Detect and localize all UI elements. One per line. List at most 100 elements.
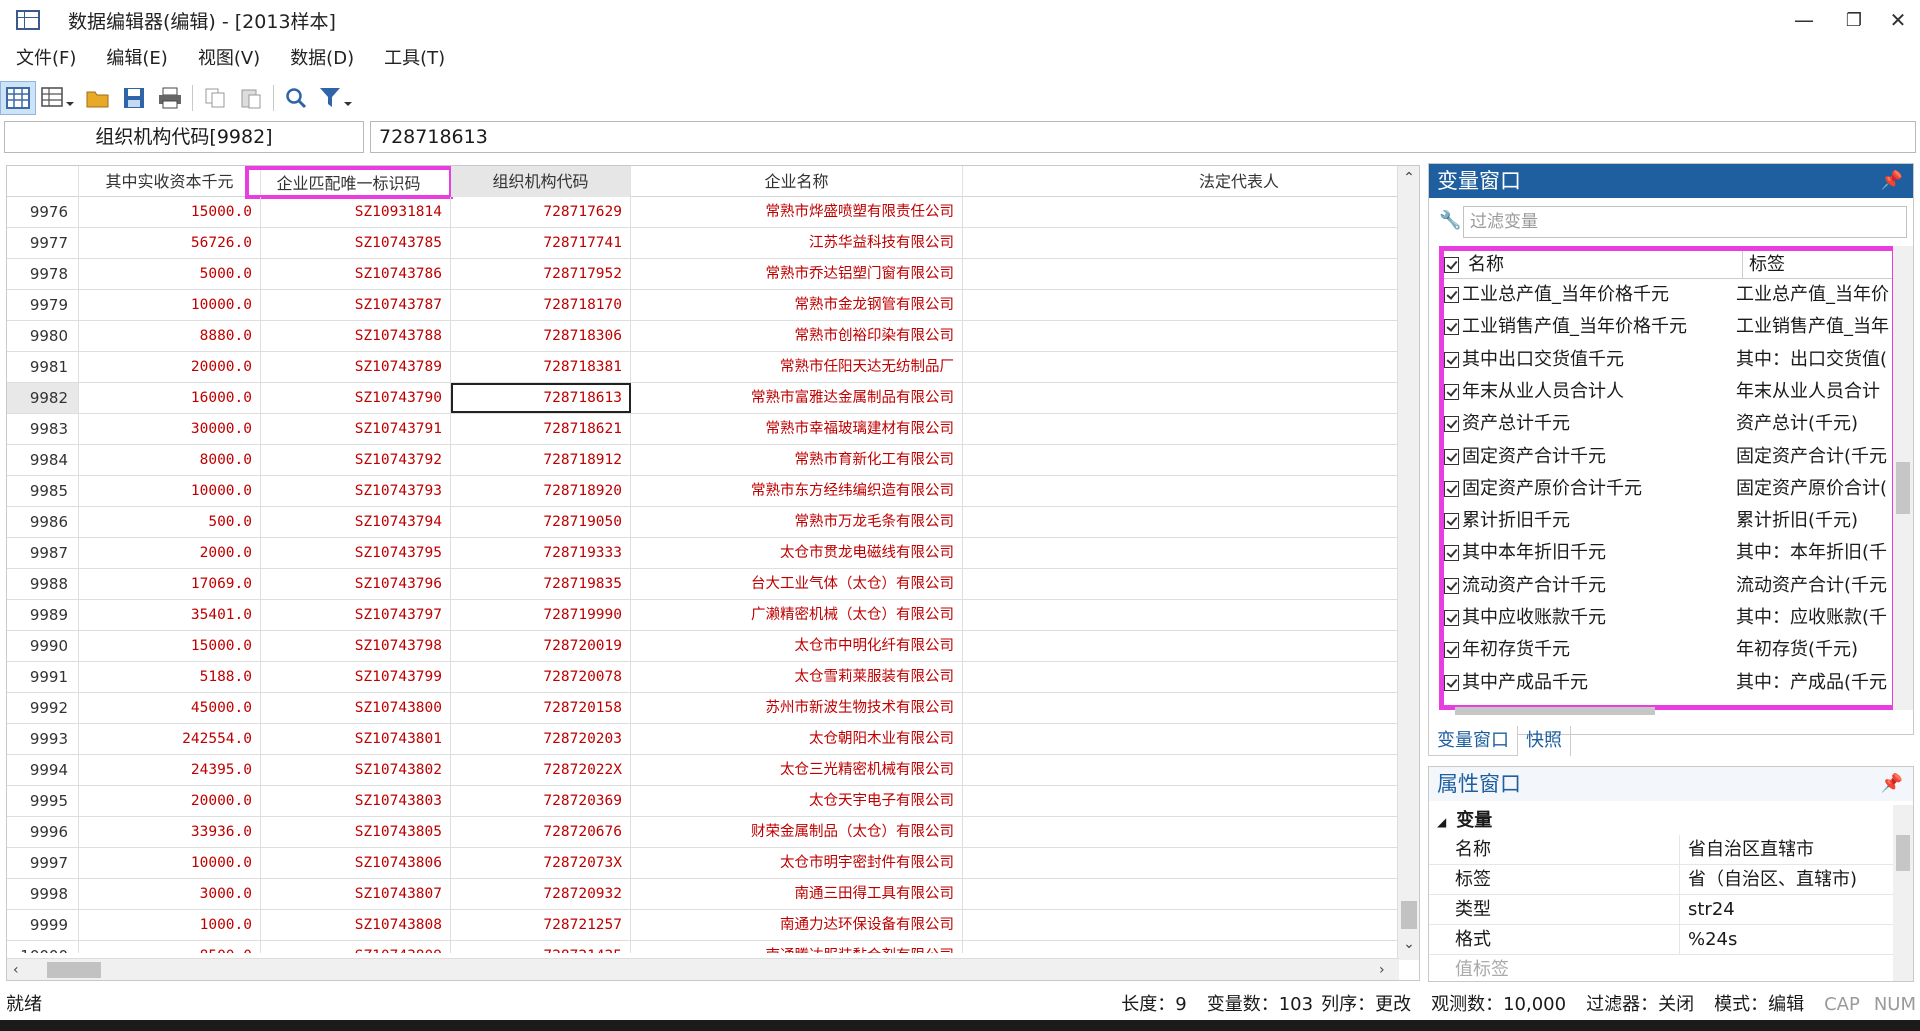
- row-number[interactable]: 9999: [7, 910, 79, 940]
- column-header-firm-name[interactable]: 企业名称: [631, 166, 963, 197]
- tab-variables[interactable]: 变量窗口: [1428, 726, 1518, 756]
- table-row[interactable]: 9988 17069.0 SZ10743796 728719835 台大工业气体（太仓）…: [7, 569, 1399, 600]
- cell-capital[interactable]: 15000.0: [79, 197, 261, 227]
- filter-button[interactable]: [314, 81, 358, 115]
- row-number[interactable]: 9998: [7, 879, 79, 909]
- cell-firm-id[interactable]: SZ10743809: [261, 941, 451, 953]
- grid-vertical-scroll-thumb[interactable]: [1401, 901, 1417, 929]
- property-row[interactable]: 标签 省（自治区、直辖市): [1429, 865, 1895, 895]
- cell-legal-rep[interactable]: [963, 414, 1399, 444]
- cell-capital[interactable]: 242554.0: [79, 724, 261, 754]
- variable-visible-checkbox[interactable]: [1444, 674, 1459, 691]
- pin-icon[interactable]: 📌: [1881, 170, 1903, 191]
- table-row[interactable]: 9981 20000.0 SZ10743789 728718381 常熟市任阳天达无纺制…: [7, 352, 1399, 383]
- cell-legal-rep[interactable]: [963, 693, 1399, 723]
- menu-tools[interactable]: 工具(T): [368, 44, 459, 74]
- variable-name-header[interactable]: 名称: [1468, 251, 1738, 279]
- cell-legal-rep[interactable]: [963, 755, 1399, 785]
- property-value[interactable]: 省（自治区、直辖市): [1679, 865, 1889, 895]
- cell-legal-rep[interactable]: [963, 538, 1399, 568]
- cell-firm-name[interactable]: 南通三田得工具有限公司: [631, 879, 963, 909]
- variable-visible-checkbox[interactable]: [1444, 383, 1459, 400]
- tab-snapshots[interactable]: 快照: [1518, 726, 1571, 756]
- variable-list-item[interactable]: 累计折旧千元 累计折旧(千元): [1444, 505, 1892, 537]
- variable-list-vertical-scrollbar[interactable]: [1893, 246, 1913, 710]
- cell-firm-name[interactable]: 江苏华益科技有限公司: [631, 228, 963, 258]
- cell-org-code[interactable]: 728720019: [451, 631, 631, 661]
- variable-list-item[interactable]: 固定资产合计千元 固定资产合计(千元: [1444, 441, 1892, 473]
- row-number[interactable]: 9989: [7, 600, 79, 630]
- cell-firm-id[interactable]: SZ10743807: [261, 879, 451, 909]
- cell-org-code[interactable]: 728720676: [451, 817, 631, 847]
- cell-legal-rep[interactable]: [963, 786, 1399, 816]
- cell-firm-name[interactable]: 常熟市烨盛喷塑有限责任公司: [631, 197, 963, 227]
- property-value[interactable]: %24s: [1679, 925, 1889, 955]
- cell-org-code[interactable]: 728718912: [451, 445, 631, 475]
- menu-file[interactable]: 文件(F): [0, 44, 90, 74]
- cell-org-code[interactable]: 728718920: [451, 476, 631, 506]
- cell-legal-rep[interactable]: [963, 662, 1399, 692]
- cell-firm-id[interactable]: SZ10743802: [261, 755, 451, 785]
- cell-capital[interactable]: 24395.0: [79, 755, 261, 785]
- variable-label-header[interactable]: 标签: [1742, 251, 1892, 279]
- table-row[interactable]: 9993 242554.0 SZ10743801 728720203 太仓朝阳木业有限公…: [7, 724, 1399, 755]
- cell-capital[interactable]: 500.0: [79, 507, 261, 537]
- cell-org-code[interactable]: 728718381: [451, 352, 631, 382]
- cell-legal-rep[interactable]: [963, 941, 1399, 953]
- cell-legal-rep[interactable]: [963, 476, 1399, 506]
- data-grid[interactable]: 其中实收资本千元 企业匹配唯一标识码 组织机构代码 企业名称 法定代表人 997…: [6, 165, 1420, 981]
- cell-legal-rep[interactable]: [963, 910, 1399, 940]
- property-row[interactable]: 类型 str24: [1429, 895, 1895, 925]
- table-row[interactable]: 9997 10000.0 SZ10743806 72872073X 太仓市明宇密封件有限…: [7, 848, 1399, 879]
- cell-firm-name[interactable]: 太仓市中明化纤有限公司: [631, 631, 963, 661]
- variable-visible-checkbox[interactable]: [1444, 351, 1459, 368]
- cell-capital[interactable]: 5188.0: [79, 662, 261, 692]
- cell-legal-rep[interactable]: [963, 290, 1399, 320]
- row-number[interactable]: 9991: [7, 662, 79, 692]
- cell-org-code[interactable]: 728718306: [451, 321, 631, 351]
- property-row[interactable]: 值标签: [1429, 955, 1895, 981]
- cell-legal-rep[interactable]: [963, 352, 1399, 382]
- table-row[interactable]: 9984 8000.0 SZ10743792 728718912 常熟市育新化工有限公司: [7, 445, 1399, 476]
- variable-visible-checkbox[interactable]: [1444, 448, 1459, 465]
- variable-visible-checkbox[interactable]: [1444, 287, 1459, 303]
- cell-org-code[interactable]: 728720078: [451, 662, 631, 692]
- cell-org-code[interactable]: 728719835: [451, 569, 631, 599]
- variable-list-item[interactable]: 工业销售产值_当年价格千元 工业销售产值_当年: [1444, 311, 1892, 343]
- cell-org-code[interactable]: 72872073X: [451, 848, 631, 878]
- cell-legal-rep[interactable]: [963, 600, 1399, 630]
- cell-org-code[interactable]: 728719050: [451, 507, 631, 537]
- table-row[interactable]: 9979 10000.0 SZ10743787 728718170 常熟市金龙钢管有限公…: [7, 290, 1399, 321]
- cell-capital[interactable]: 3000.0: [79, 879, 261, 909]
- filter-variables-input[interactable]: 过滤变量: [1463, 206, 1907, 238]
- cell-firm-name[interactable]: 太仓朝阳木业有限公司: [631, 724, 963, 754]
- scroll-right-arrow-icon[interactable]: ›: [1379, 959, 1385, 980]
- cell-org-code[interactable]: 728720369: [451, 786, 631, 816]
- cell-org-code[interactable]: 728720203: [451, 724, 631, 754]
- cell-org-code[interactable]: 728720932: [451, 879, 631, 909]
- table-row[interactable]: 9996 33936.0 SZ10743805 728720676 财荣金属制品（太仓）…: [7, 817, 1399, 848]
- cell-firm-name[interactable]: 太仓市明宇密封件有限公司: [631, 848, 963, 878]
- cell-firm-id[interactable]: SZ10743792: [261, 445, 451, 475]
- collapse-triangle-icon[interactable]: ◢: [1437, 815, 1446, 829]
- variable-list-scroll-thumb[interactable]: [1896, 462, 1910, 514]
- cell-capital[interactable]: 45000.0: [79, 693, 261, 723]
- row-number[interactable]: 9984: [7, 445, 79, 475]
- variable-visible-checkbox[interactable]: [1444, 416, 1459, 433]
- variable-list-item[interactable]: 其中应收账款千元 其中：应收账款(千: [1444, 602, 1892, 634]
- scroll-left-arrow-icon[interactable]: ‹: [13, 959, 19, 980]
- scroll-down-arrow-icon[interactable]: ⌄: [1398, 936, 1419, 952]
- cell-firm-name[interactable]: 常熟市幸福玻璃建材有限公司: [631, 414, 963, 444]
- cell-firm-id[interactable]: SZ10743798: [261, 631, 451, 661]
- property-row[interactable]: 名称 省自治区直辖市: [1429, 835, 1895, 865]
- row-number[interactable]: 9978: [7, 259, 79, 289]
- cell-firm-id[interactable]: SZ10743805: [261, 817, 451, 847]
- cell-legal-rep[interactable]: [963, 817, 1399, 847]
- cell-firm-name[interactable]: 常熟市乔达铝塑门窗有限公司: [631, 259, 963, 289]
- cell-legal-rep[interactable]: [963, 507, 1399, 537]
- cell-capital[interactable]: 35401.0: [79, 600, 261, 630]
- cell-firm-name[interactable]: 常熟市育新化工有限公司: [631, 445, 963, 475]
- cell-firm-name[interactable]: 广濑精密机械（太仓）有限公司: [631, 600, 963, 630]
- cell-capital[interactable]: 10000.0: [79, 848, 261, 878]
- row-number[interactable]: 9994: [7, 755, 79, 785]
